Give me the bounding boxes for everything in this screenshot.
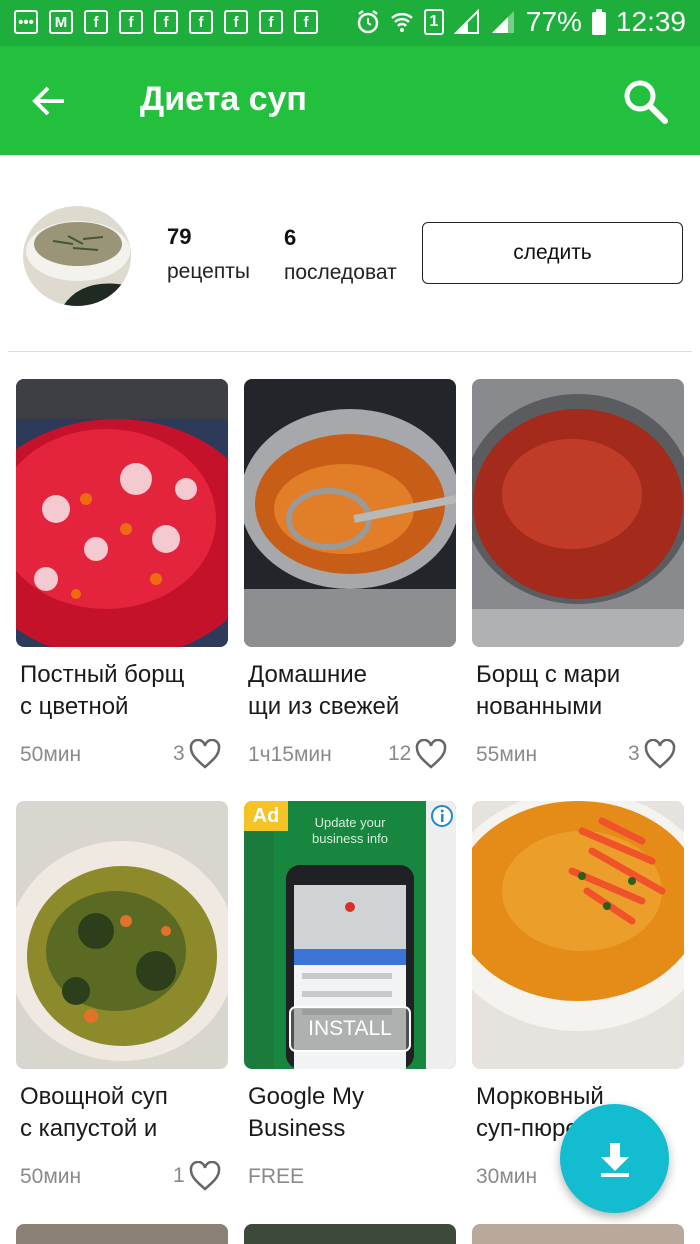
recipe-time: 1ч15мин — [248, 743, 332, 766]
mail-icon: M — [49, 10, 73, 34]
signal-icon — [453, 9, 479, 34]
facebook-icon: f — [119, 10, 143, 34]
facebook-icon: f — [259, 10, 283, 34]
recipe-image[interactable] — [16, 1224, 228, 1244]
recipe-image[interactable] — [16, 379, 228, 647]
message-icon: ••• — [14, 10, 38, 34]
system-icons: 1 77% 12:39 — [356, 6, 686, 38]
back-arrow-icon[interactable] — [28, 81, 68, 121]
recipe-image[interactable] — [244, 1224, 456, 1244]
clock: 12:39 — [615, 6, 686, 37]
ad-image[interactable]: Ad Update your business info INSTALL — [244, 801, 456, 1069]
heart-icon — [416, 739, 447, 769]
sim-icon: 1 — [423, 9, 444, 35]
recipes-count: 79 — [167, 224, 192, 249]
recipe-title[interactable]: Домашние щи из свежей — [248, 659, 468, 723]
like-count: 3 — [173, 742, 185, 765]
recipe-image[interactable] — [472, 801, 684, 1069]
recipe-image[interactable] — [244, 379, 456, 647]
ad-title[interactable]: Google My Business — [248, 1081, 468, 1145]
wifi-icon — [391, 13, 413, 32]
install-button[interactable]: INSTALL — [290, 1017, 410, 1041]
recipe-title[interactable]: Овощной суп с капустой и — [20, 1081, 240, 1145]
app-bar: Диета суп — [0, 46, 700, 155]
like-button[interactable]: 12 — [388, 739, 447, 769]
facebook-icon: f — [224, 10, 248, 34]
recipe-title[interactable]: Постный борщ с цветной — [20, 659, 240, 723]
follow-button[interactable]: следить — [422, 222, 683, 284]
facebook-icon: f — [294, 10, 318, 34]
facebook-icon: f — [189, 10, 213, 34]
followers-label: последоват — [284, 261, 397, 284]
recipe-image[interactable] — [472, 1224, 684, 1244]
ad-price: FREE — [248, 1165, 305, 1188]
page-title: Диета суп — [140, 80, 307, 118]
recipe-image[interactable] — [16, 801, 228, 1069]
recipe-image[interactable] — [472, 379, 684, 647]
notification-icons: ••• M f f f f f f f — [14, 10, 318, 34]
signal-icon — [491, 11, 514, 33]
heart-icon — [189, 739, 220, 769]
recipe-time: 30мин — [476, 1165, 538, 1188]
heart-icon — [644, 739, 675, 769]
ad-badge: Ad — [244, 801, 288, 831]
battery-icon — [591, 9, 606, 35]
ad-headline: Update your business info — [312, 815, 388, 846]
status-bar: ••• M f f f f f f f 1 77% 12:39 — [0, 0, 700, 46]
facebook-icon: f — [154, 10, 178, 34]
recipe-title[interactable]: Борщ с мари нованными — [476, 659, 696, 723]
facebook-icon: f — [84, 10, 108, 34]
followers-count: 6 — [284, 225, 297, 250]
heart-icon — [189, 1161, 220, 1191]
like-button[interactable]: 3 — [173, 739, 221, 769]
recipe-time: 50мин — [20, 1165, 82, 1188]
recipes-label: рецепты — [167, 260, 250, 283]
alarm-icon — [357, 10, 379, 34]
divider — [8, 351, 692, 352]
avatar — [23, 206, 131, 306]
like-button[interactable]: 1 — [173, 1161, 221, 1191]
download-icon — [600, 1142, 629, 1177]
search-icon[interactable] — [620, 76, 670, 126]
like-count: 3 — [628, 742, 640, 765]
info-icon[interactable] — [430, 804, 454, 828]
recipe-time: 55мин — [476, 743, 538, 766]
battery-percent: 77% — [525, 6, 582, 37]
recipe-time: 50мин — [20, 743, 82, 766]
like-button[interactable]: 3 — [628, 739, 676, 769]
download-button[interactable] — [560, 1104, 669, 1213]
like-count: 12 — [388, 742, 412, 765]
like-count: 1 — [173, 1164, 185, 1187]
